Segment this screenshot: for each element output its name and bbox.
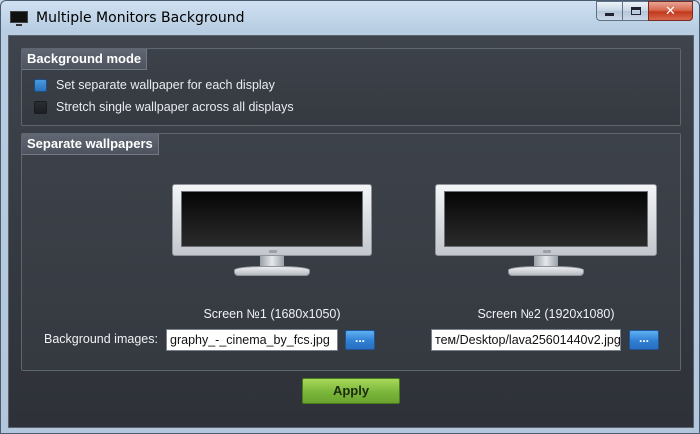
minimize-button[interactable] — [596, 1, 622, 21]
separate-wallpapers-group: Separate wallpapers Screen №1 (1680x1050… — [21, 133, 681, 371]
screen-1-preview — [172, 184, 372, 278]
screen-2-path-field[interactable]: тем/Desktop/lava25601440v2.jpg — [431, 329, 621, 351]
option-stretch-label: Stretch single wallpaper across all disp… — [56, 100, 294, 114]
option-stretch-wallpaper[interactable]: Stretch single wallpaper across all disp… — [34, 98, 294, 116]
client-area: Background mode Set separate wallpaper f… — [8, 35, 694, 428]
screen-1-label: Screen №1 (1680x1050) — [203, 307, 341, 321]
caption-buttons: ✕ — [596, 1, 693, 22]
monitor-icon — [172, 184, 372, 256]
apply-button[interactable]: Apply — [302, 378, 400, 404]
app-window: Multiple Monitors Background ✕ Backgroun… — [0, 0, 700, 434]
monitor-icon — [10, 11, 28, 26]
screen-1-browse-button[interactable]: ... — [345, 330, 375, 350]
option-separate-label: Set separate wallpaper for each display — [56, 78, 275, 92]
screen-1-path-field[interactable]: graphy_-_cinema_by_fcs.jpg — [166, 329, 338, 351]
radio-unchecked-icon[interactable] — [34, 100, 47, 114]
screen-2-preview — [435, 184, 657, 278]
separate-wallpapers-title: Separate wallpapers — [22, 134, 159, 155]
maximize-button[interactable] — [622, 1, 648, 21]
close-icon: ✕ — [665, 3, 676, 19]
monitor-icon — [435, 184, 657, 256]
screen-2-label: Screen №2 (1920x1080) — [477, 307, 615, 321]
radio-checked-icon[interactable] — [34, 78, 47, 92]
maximize-icon — [630, 7, 641, 15]
title-bar[interactable]: Multiple Monitors Background ✕ — [1, 1, 699, 35]
close-button[interactable]: ✕ — [648, 1, 693, 21]
background-mode-title: Background mode — [22, 49, 148, 70]
background-mode-group: Background mode Set separate wallpaper f… — [21, 48, 681, 126]
option-separate-wallpaper[interactable]: Set separate wallpaper for each display — [34, 76, 275, 94]
background-images-label: Background images: — [44, 332, 158, 346]
screen-2-browse-button[interactable]: ... — [629, 330, 659, 350]
window-title: Multiple Monitors Background — [36, 10, 245, 26]
minimize-icon — [605, 12, 614, 16]
